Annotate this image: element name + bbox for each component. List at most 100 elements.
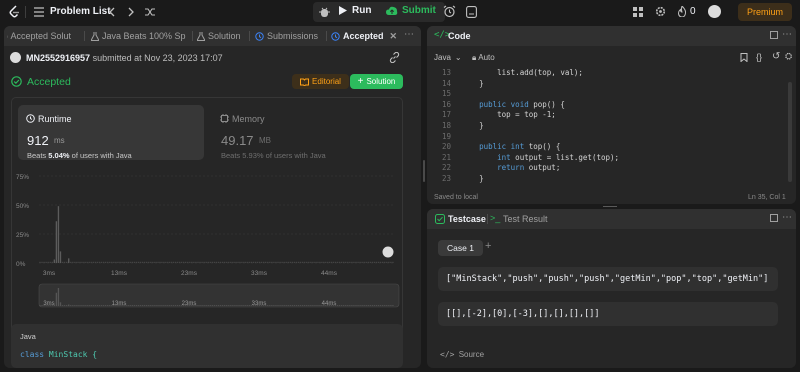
minimap-bar (359, 305, 361, 306)
tab-accepted[interactable]: Accepted ✕ (331, 26, 397, 46)
notes-icon[interactable] (466, 6, 477, 18)
minimap-bar (236, 305, 238, 306)
more-options-icon[interactable]: ⋯ (404, 29, 414, 40)
debug-icon[interactable] (319, 6, 330, 18)
panel-resize-handle[interactable] (423, 160, 425, 182)
minimap-bar (223, 305, 226, 306)
line-number: 14 (441, 78, 451, 88)
bar (160, 261, 162, 263)
problem-list-link[interactable]: Problem List (50, 6, 111, 17)
submit-button[interactable]: Submit (386, 5, 436, 16)
code-editor[interactable]: list.add(top, val); } public void pop() … (461, 68, 619, 185)
tab-java-beats[interactable]: Java Beats 100% Sp (91, 26, 188, 46)
gear-icon[interactable] (655, 6, 666, 17)
chevron-left-icon[interactable] (108, 7, 116, 17)
language-select[interactable]: Java ⌄ (434, 53, 462, 62)
leetcode-logo-icon[interactable] (8, 5, 20, 19)
shuffle-icon[interactable] (145, 7, 156, 17)
bar (156, 261, 158, 263)
scrollbar[interactable] (788, 82, 792, 182)
runtime-card[interactable]: Runtime 912 ms Beats 5.04% of users with… (18, 105, 204, 160)
panel-resize-handle[interactable] (603, 206, 617, 207)
source-link[interactable]: </> Source (440, 350, 484, 359)
testcase-input-2[interactable]: [[],[-2],[0],[-3],[],[],[],[]] (438, 302, 778, 326)
bookmark-icon[interactable] (740, 53, 748, 62)
bar (275, 261, 277, 263)
code-panel: </> Code ⋯ Java ⌄ 🔒︎ Auto {} ↺ ⛭ 13 14 15 16 1… (427, 26, 796, 204)
class-name: MinStack { (48, 350, 98, 359)
bar (207, 261, 209, 263)
bar (304, 261, 306, 263)
submit-label: Submit (402, 5, 436, 16)
add-case-icon[interactable]: + (485, 240, 491, 252)
premium-button[interactable]: Premium (738, 3, 792, 21)
source-label: Source (458, 350, 485, 359)
bar (209, 261, 211, 263)
problem-list-icon[interactable] (34, 7, 44, 17)
x-tick-label: 3ms (43, 270, 56, 277)
link-icon[interactable] (389, 52, 400, 63)
case-1-tab[interactable]: Case 1 (438, 240, 483, 256)
bar (47, 261, 49, 263)
close-icon[interactable]: ✕ (390, 31, 398, 42)
maximize-icon[interactable] (770, 214, 778, 222)
fire-icon[interactable] (678, 6, 686, 17)
bar (236, 261, 238, 263)
maximize-icon[interactable] (770, 31, 778, 39)
tab-accepted-solution[interactable]: Accepted Solut (7, 26, 71, 46)
minimap-bar (150, 305, 152, 306)
auto-mode[interactable]: 🔒︎ Auto (472, 53, 495, 63)
add-solution-button[interactable]: + Solution (350, 74, 403, 89)
chevron-right-icon[interactable] (127, 7, 135, 17)
code-text: } (479, 120, 484, 130)
top-bar: Problem List Run Submit 0 Premium (0, 0, 800, 24)
bar (82, 261, 84, 263)
bar (361, 261, 363, 263)
minimap-bar (174, 305, 177, 306)
bar (176, 261, 179, 263)
bar (318, 261, 320, 263)
tab-testcase[interactable]: Testcase (448, 214, 486, 224)
code-title: Code (448, 31, 471, 41)
minimap-bar (388, 305, 390, 306)
minimap-bar (371, 305, 374, 306)
bar (49, 261, 51, 263)
tab-solution[interactable]: Solution (197, 26, 241, 46)
minimap-bar (213, 305, 216, 306)
runtime-distribution-chart[interactable]: 75% 50% 25% 0% 3ms 13ms 23ms 33ms 44ms 3ms 13ms 23m… (12, 164, 404, 344)
bar (70, 261, 72, 263)
run-button[interactable]: Run (339, 5, 371, 16)
bar (320, 261, 322, 263)
testcase-header: Testcase >_ Test Result ⋯ (427, 209, 796, 229)
more-options-icon[interactable]: ⋯ (782, 29, 792, 40)
line-number: 20 (441, 142, 451, 152)
tab-submissions[interactable]: Submissions (255, 26, 318, 46)
layout-grid-icon[interactable] (633, 7, 643, 17)
minimap-bar (170, 305, 172, 306)
bar (43, 261, 45, 263)
more-options-icon[interactable]: ⋯ (782, 212, 792, 223)
minimap-bar (166, 305, 168, 306)
alarm-clock-icon[interactable] (443, 5, 456, 18)
editorial-button[interactable]: Editorial (292, 74, 349, 89)
minimap-bar (72, 305, 74, 306)
bar (125, 261, 127, 263)
testcase-input-1[interactable]: ["MinStack","push","push","push","getMin… (438, 267, 778, 291)
avatar[interactable] (708, 5, 721, 18)
keyword: return (497, 163, 525, 173)
line-number: 21 (441, 152, 451, 162)
settings-icon[interactable]: ⛭ (785, 51, 792, 62)
reset-icon[interactable]: ↺ (772, 51, 780, 62)
tab-test-result[interactable]: Test Result (503, 214, 548, 224)
memory-card[interactable]: Memory 49.17 MB Beats 5.93% of users wit… (212, 105, 398, 160)
bar (57, 206, 60, 263)
bar (121, 261, 123, 263)
username[interactable]: MN2552916957 (26, 53, 90, 63)
bar (215, 261, 218, 263)
bar (386, 261, 388, 263)
bar (86, 261, 88, 263)
bar (158, 261, 160, 263)
braces-icon[interactable]: {} (756, 52, 762, 62)
bar (336, 261, 339, 263)
